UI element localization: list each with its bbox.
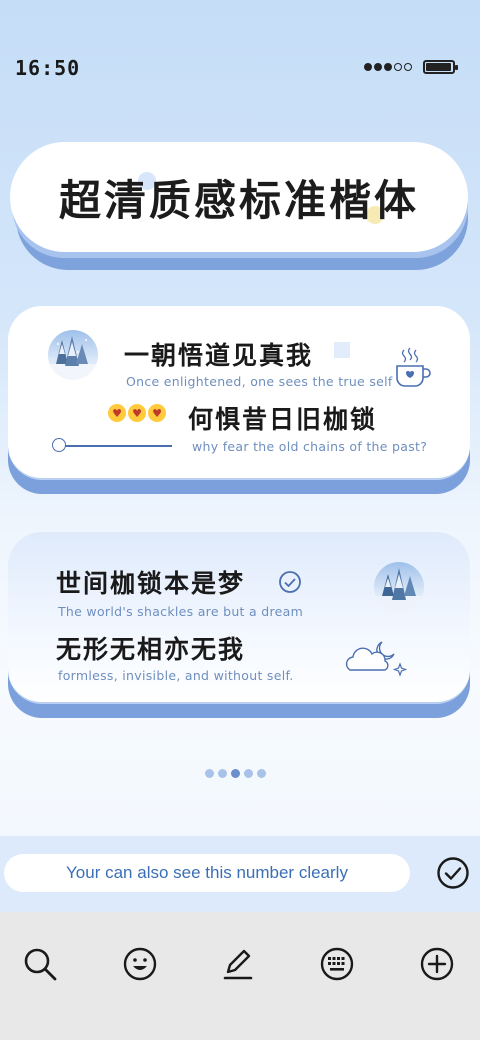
card2-line1-en: The world's shackles are but a dream: [58, 604, 304, 619]
status-time: 16:50: [15, 56, 81, 80]
battery-icon: [423, 60, 458, 74]
card1-line1-en: Once enlightened, one sees the true self: [126, 374, 393, 389]
page-dot-active[interactable]: [231, 769, 240, 778]
text-input[interactable]: Your can also see this number clearly: [4, 854, 410, 892]
check-circle-icon: [278, 570, 302, 594]
cloud-moon-icon: [342, 638, 408, 678]
pen-icon[interactable]: [220, 946, 256, 982]
quote-card-1[interactable]: 一朝悟道见真我 Once enlightened, one sees the t…: [8, 306, 470, 494]
kiss-emoji: ♥: [148, 404, 166, 422]
status-bar: 16:50: [0, 0, 480, 100]
coffee-cup-icon: [394, 346, 432, 388]
kiss-emoji: ♥: [128, 404, 146, 422]
highlight-block: [334, 342, 350, 358]
page-indicator[interactable]: [205, 769, 266, 778]
signal-icon: [364, 63, 412, 71]
input-text: Your can also see this number clearly: [66, 863, 348, 882]
card2-line2-cn: 无形无相亦无我: [56, 635, 246, 664]
page-title: 超清质感标准楷体: [58, 175, 419, 225]
slider-knob[interactable]: [52, 438, 66, 452]
page-dot[interactable]: [218, 769, 227, 778]
card2-line1-cn: 世间枷锁本是梦: [56, 569, 246, 598]
card1-line1-cn: 一朝悟道见真我: [124, 341, 314, 370]
kiss-emoji-row: ♥ ♥ ♥: [108, 404, 166, 422]
page-dot[interactable]: [205, 769, 214, 778]
add-icon[interactable]: [419, 946, 455, 982]
quote-card-2[interactable]: 世间枷锁本是梦 The world's shackles are but a d…: [8, 532, 470, 718]
title-banner: 超清质感标准楷体: [10, 142, 468, 270]
progress-slider[interactable]: [52, 438, 172, 454]
emoji-icon[interactable]: [122, 946, 158, 982]
confirm-check-button[interactable]: [437, 857, 469, 889]
page-dot[interactable]: [244, 769, 253, 778]
card2-line2-en: formless, invisible, and without self.: [58, 668, 294, 683]
card1-line2-en: why fear the old chains of the past?: [192, 439, 428, 454]
page-dot[interactable]: [257, 769, 266, 778]
check-circle-icon: [437, 857, 469, 889]
snow-tree-avatar: [48, 330, 98, 380]
card1-line2-cn: 何惧昔日旧枷锁: [188, 405, 378, 434]
keyboard-icon[interactable]: [319, 946, 355, 982]
snow-tree-avatar: [374, 562, 424, 612]
search-icon[interactable]: [22, 946, 58, 982]
kiss-emoji: ♥: [108, 404, 126, 422]
